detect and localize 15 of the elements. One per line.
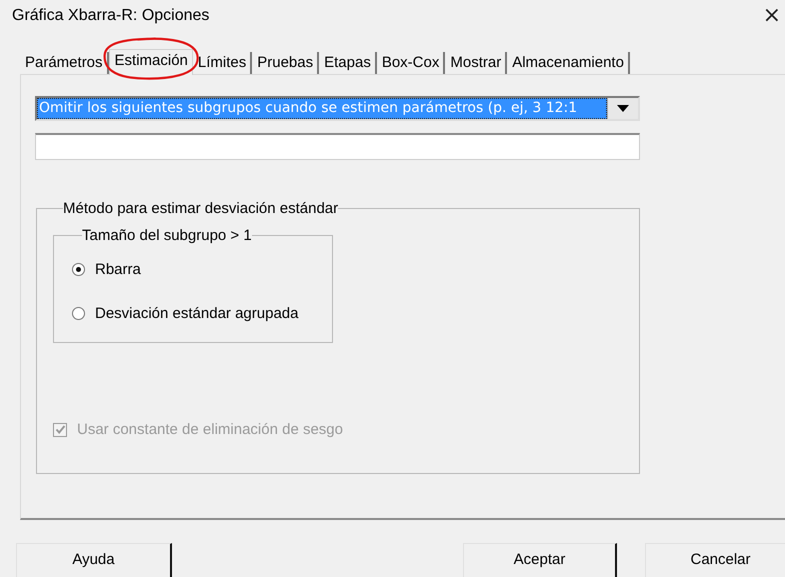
group-title: Tamaño del subgrupo > 1 — [82, 227, 252, 244]
radio-label: Rbarra — [95, 260, 141, 278]
dialog-button[interactable]: Aceptar — [463, 543, 617, 577]
window-title: Gráfica Xbarra-R: Opciones — [12, 7, 210, 25]
group-title: Método para estimar desviación estándar — [63, 200, 338, 217]
checkbox-label: Usar constante de eliminación de sesgo — [77, 421, 343, 438]
dialog-button[interactable]: Cancelar — [645, 543, 785, 577]
caret-icon — [617, 105, 629, 112]
radio-label: Desviación estándar agrupada — [95, 304, 298, 322]
close-button[interactable]: × — [758, 5, 785, 27]
tab[interactable]: Estimación — [108, 49, 193, 75]
radio-button[interactable] — [72, 262, 85, 276]
radio-button[interactable] — [72, 306, 85, 320]
input-field[interactable] — [35, 133, 640, 160]
dialog-button[interactable]: Ayuda — [16, 543, 172, 577]
